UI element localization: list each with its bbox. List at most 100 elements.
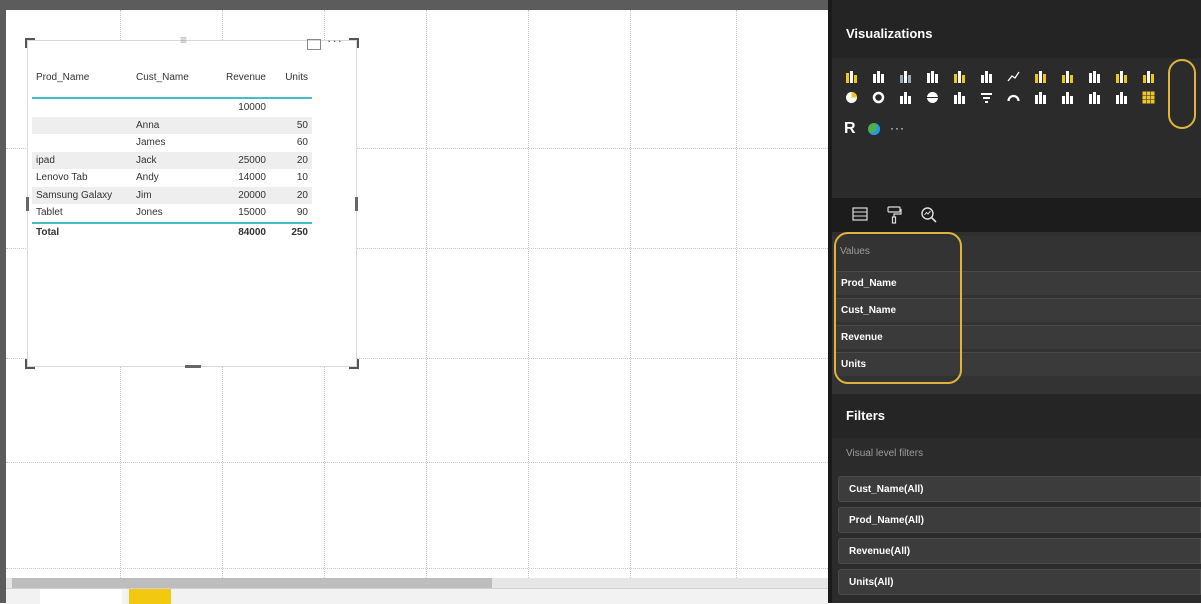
table-cell: [212, 134, 270, 152]
filter-card[interactable]: Units(All): [838, 569, 1201, 595]
drag-grip-icon[interactable]: ≡: [180, 33, 187, 47]
format-paint-roller-icon[interactable]: [886, 206, 902, 224]
canvas-top-border: [6, 0, 834, 10]
table-cell: James: [136, 137, 166, 149]
table-visual[interactable]: ≡ ··· Prod_Name Cust_Name Revenue Units …: [25, 33, 359, 369]
total-revenue: 84000: [212, 221, 270, 241]
table-cell: 20000: [212, 186, 270, 204]
grid-line: [426, 10, 427, 578]
page-tab[interactable]: [40, 589, 122, 604]
table-cell: [270, 98, 312, 117]
resize-corner-bottom-right[interactable]: [349, 359, 359, 369]
filters-header: Filters: [828, 394, 1201, 438]
stacked-column-chart-icon[interactable]: [871, 70, 885, 83]
table-cell: Jim: [132, 186, 212, 204]
column-header[interactable]: Prod_Name: [32, 61, 132, 99]
total-label: Total: [32, 221, 132, 241]
table-icon[interactable]: [1141, 91, 1155, 104]
table-cell: ipad: [32, 151, 132, 169]
pie-chart-icon[interactable]: [844, 91, 858, 104]
card-icon[interactable]: [1033, 91, 1047, 104]
table-cell: 20: [270, 186, 312, 204]
filter-card[interactable]: Prod_Name(All): [838, 507, 1201, 533]
visual-gallery: R ···: [828, 58, 1201, 198]
table-cell: Anna: [132, 116, 212, 134]
horizontal-scrollbar[interactable]: [6, 578, 828, 588]
kpi-icon[interactable]: [1087, 91, 1101, 104]
table-cell: Samsung Galaxy: [32, 186, 132, 204]
resize-handle-bottom[interactable]: [185, 365, 201, 368]
filled-map-icon[interactable]: [952, 91, 966, 104]
grid-line: [630, 10, 631, 578]
stacked-area-chart-icon[interactable]: [1060, 70, 1074, 83]
table-cell: 90: [296, 207, 308, 219]
filters-title: Filters: [846, 408, 886, 423]
clustered-bar-chart-icon[interactable]: [898, 70, 912, 83]
table-cell: 14000: [238, 172, 266, 184]
resize-corner-bottom-left[interactable]: [25, 359, 35, 369]
more-visuals-icon[interactable]: ···: [890, 121, 905, 135]
table-cell: 10: [296, 172, 308, 184]
filter-card[interactable]: Revenue(All): [838, 538, 1201, 564]
table-cell: [32, 116, 132, 134]
pane-divider[interactable]: [828, 0, 832, 603]
analytics-magnifier-icon[interactable]: [920, 206, 937, 224]
100-stacked-column-chart-icon[interactable]: [979, 70, 993, 83]
stacked-bar-chart-icon[interactable]: [844, 70, 858, 83]
data-table: Prod_Name Cust_Name Revenue Units 10000 …: [32, 61, 312, 241]
table-cell: [32, 134, 132, 152]
clustered-column-chart-icon[interactable]: [925, 70, 939, 83]
visualizations-header: Visualizations: [828, 0, 1201, 58]
visualizations-pane: Visualizations R ··· Values Prod_Name Cu…: [828, 0, 1201, 603]
slicer-icon[interactable]: [1114, 91, 1128, 104]
resize-corner-top-left[interactable]: [25, 38, 35, 48]
visualizations-title: Visualizations: [846, 26, 933, 41]
line-clustered-column-chart-icon[interactable]: [1114, 70, 1128, 83]
resize-handle-left[interactable]: [26, 197, 29, 211]
filters-well: Visual level filters Cust_Name(All) Prod…: [828, 438, 1201, 603]
add-page-button[interactable]: [129, 589, 171, 604]
column-header[interactable]: Revenue: [212, 61, 270, 99]
column-header[interactable]: Cust_Name: [132, 61, 212, 99]
r-script-visual-icon[interactable]: R: [844, 120, 856, 138]
table-row: Anna 50: [32, 116, 312, 134]
funnel-icon[interactable]: [979, 91, 993, 104]
table-cell: 25000: [212, 151, 270, 169]
table-row: Lenovo Tab Andy 14000 10: [32, 169, 312, 187]
table-row: James 60: [32, 134, 312, 152]
resize-handle-right[interactable]: [355, 197, 358, 211]
more-options-icon[interactable]: ···: [327, 33, 343, 48]
table-row: ipad Jack 25000 20: [32, 151, 312, 169]
filter-card[interactable]: Cust_Name(All): [838, 476, 1201, 502]
donut-chart-icon[interactable]: [871, 91, 885, 104]
area-chart-icon[interactable]: [1033, 70, 1047, 83]
table-row: Samsung Galaxy Jim 20000 20: [32, 186, 312, 204]
line-column-chart-icon[interactable]: [1087, 70, 1101, 83]
values-highlight: [834, 232, 962, 384]
table-cell: [132, 98, 212, 117]
ribbon-chart-icon[interactable]: [1141, 70, 1155, 83]
total-units: 250: [270, 221, 312, 241]
gauge-icon[interactable]: [1006, 91, 1020, 104]
map-icon[interactable]: [925, 91, 939, 104]
table-cell: 20: [270, 151, 312, 169]
focus-mode-icon[interactable]: [307, 39, 321, 50]
treemap-icon[interactable]: [898, 91, 912, 104]
table-cell: Jones: [136, 207, 163, 219]
resize-corner-top-right[interactable]: [349, 38, 359, 48]
grid-line: [6, 568, 828, 569]
table-total-row: Total 84000 250: [32, 221, 312, 241]
fields-icon[interactable]: [852, 206, 868, 224]
table-cell: 50: [270, 116, 312, 134]
100-stacked-bar-chart-icon[interactable]: [952, 70, 966, 83]
table-cell: Jack: [132, 151, 212, 169]
table-cell: Lenovo Tab: [36, 172, 88, 184]
table-cell: 60: [296, 137, 308, 149]
scrollbar-thumb[interactable]: [12, 578, 492, 588]
column-header[interactable]: Units: [270, 61, 312, 99]
table-cell: [212, 116, 270, 134]
line-chart-icon[interactable]: [1006, 70, 1020, 83]
grid-line: [736, 10, 737, 578]
globe-visual-icon[interactable]: [868, 123, 880, 135]
multi-row-card-icon[interactable]: [1060, 91, 1074, 104]
